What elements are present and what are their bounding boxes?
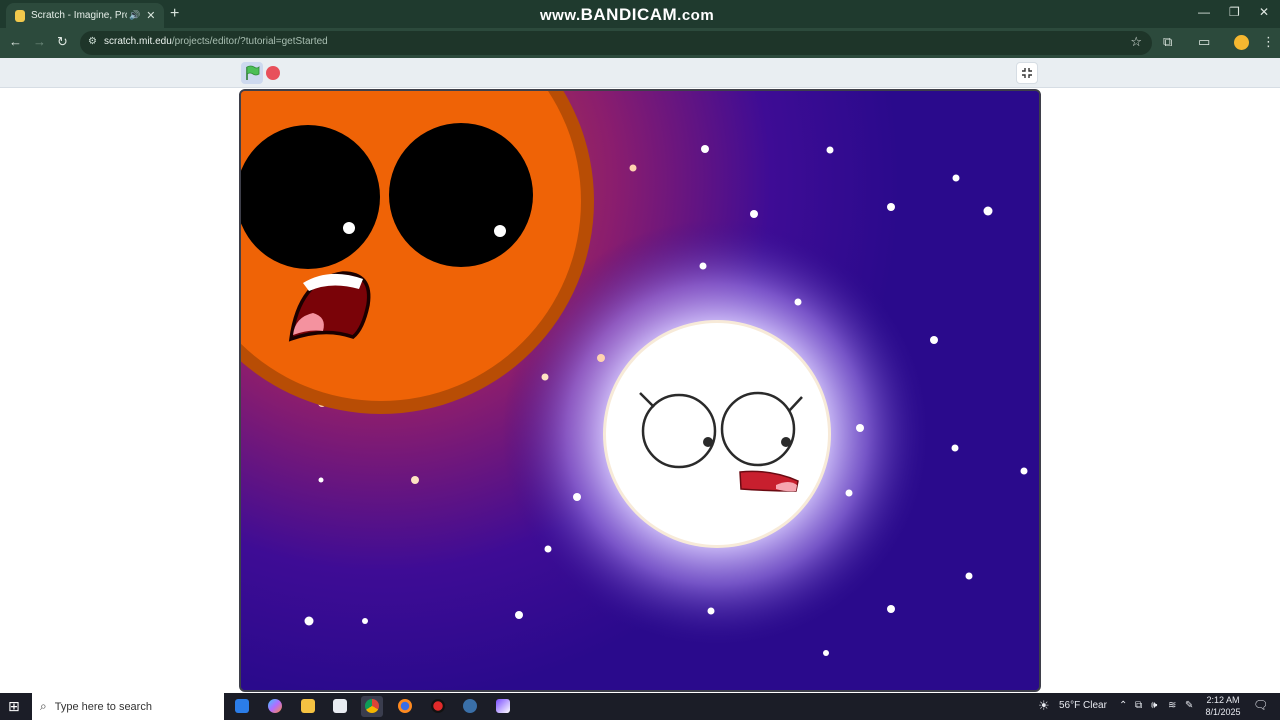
close-window-button[interactable]: ✕ (1259, 5, 1269, 19)
white-moon-character[interactable] (603, 320, 831, 548)
menu-kebab-icon[interactable]: ⋮ (1262, 34, 1275, 50)
search-icon: ⌕ (40, 699, 47, 713)
restore-button[interactable]: ❐ (1229, 5, 1240, 19)
taskbar-clock[interactable]: 2:12 AM 8/1/2025 (1203, 694, 1243, 718)
sketch-app-icon[interactable] (492, 696, 514, 717)
stop-button[interactable] (266, 66, 280, 80)
firefox-icon[interactable] (394, 696, 416, 717)
tab-close-button[interactable]: ✕ (146, 9, 155, 22)
profile-avatar-icon[interactable] (1234, 35, 1249, 50)
tab-scratch[interactable]: Scratch - Imagine, Program 🔊 ✕ (6, 3, 164, 28)
chevron-up-icon[interactable]: ⌃ (1119, 700, 1127, 711)
weather-icon[interactable]: ☀ (1038, 698, 1050, 714)
site-info-icon[interactable]: ⚙ (88, 36, 100, 48)
url-path: /projects/editor/?tutorial=getStarted (171, 36, 328, 47)
taskbar-search-box[interactable]: ⌕ Type here to search (32, 693, 224, 720)
sun-right-eye (389, 123, 533, 267)
scratch-favicon-icon (15, 9, 25, 22)
file-explorer-icon[interactable] (297, 696, 319, 717)
chrome-icon[interactable] (361, 696, 383, 717)
browser-toolbar: ← → ↻ ⚙ scratch.mit.edu/projects/editor/… (0, 28, 1280, 58)
steam-icon[interactable] (459, 696, 481, 717)
fullscreen-exit-button[interactable] (1016, 62, 1038, 84)
clock-time: 2:12 AM (1206, 695, 1240, 705)
tab-title: Scratch - Imagine, Program (31, 10, 127, 21)
windows-taskbar: ⊞ ⌕ Type here to search ☀ 56°F Clear ⌃ ⧉… (0, 693, 1280, 720)
reload-icon[interactable]: ↻ (57, 34, 68, 50)
browser-tab-strip: Scratch - Imagine, Program 🔊 ✕ + www.BAN… (0, 0, 1280, 28)
forward-icon[interactable]: → (33, 34, 46, 49)
pen-icon[interactable]: ✎ (1185, 700, 1193, 711)
watermark-prefix: www. (540, 7, 581, 24)
scratch-player-header (0, 58, 1280, 88)
sun-left-eye (241, 125, 380, 269)
weather-text[interactable]: 56°F Clear (1059, 700, 1107, 711)
search-placeholder: Type here to search (54, 700, 152, 713)
green-flag-icon (246, 65, 260, 80)
watermark-suffix: .com (677, 7, 715, 24)
watermark-brand: BANDICAM (580, 5, 678, 24)
bookmark-star-icon[interactable]: ☆ (1130, 34, 1142, 50)
extensions-icon[interactable]: ⧉ (1163, 34, 1172, 50)
store-icon[interactable] (329, 696, 351, 717)
speaker-icon[interactable]: 🔊 (129, 10, 140, 21)
clock-date: 8/1/2025 (1205, 707, 1241, 717)
bandicam-watermark: www.BANDICAM.com (540, 5, 714, 25)
url-host: scratch.mit.edu (104, 36, 172, 47)
fullscreen-exit-icon (1022, 68, 1032, 78)
notifications-icon[interactable]: 🗨 (1253, 698, 1268, 712)
address-bar[interactable]: ⚙ scratch.mit.edu/projects/editor/?tutor… (80, 31, 1152, 55)
new-tab-button[interactable]: + (170, 5, 179, 23)
copilot-icon[interactable] (264, 696, 286, 717)
meet-now-icon[interactable]: ⧉ (1135, 700, 1142, 711)
mail-icon[interactable] (231, 696, 253, 717)
green-flag-button[interactable] (241, 62, 263, 84)
url-text[interactable]: scratch.mit.edu/projects/editor/?tutoria… (104, 36, 328, 47)
minimize-button[interactable]: — (1198, 5, 1210, 19)
reading-list-icon[interactable]: ▭ (1198, 34, 1210, 50)
scratch-stage[interactable] (239, 89, 1041, 692)
windows-start-icon[interactable]: ⊞ (8, 699, 22, 713)
wifi-icon[interactable]: ≋ (1168, 700, 1176, 711)
back-icon[interactable]: ← (9, 34, 22, 49)
volume-icon[interactable]: 🕪 (1151, 700, 1157, 711)
stage-canvas (241, 91, 1039, 690)
bandicam-icon[interactable] (427, 696, 449, 717)
